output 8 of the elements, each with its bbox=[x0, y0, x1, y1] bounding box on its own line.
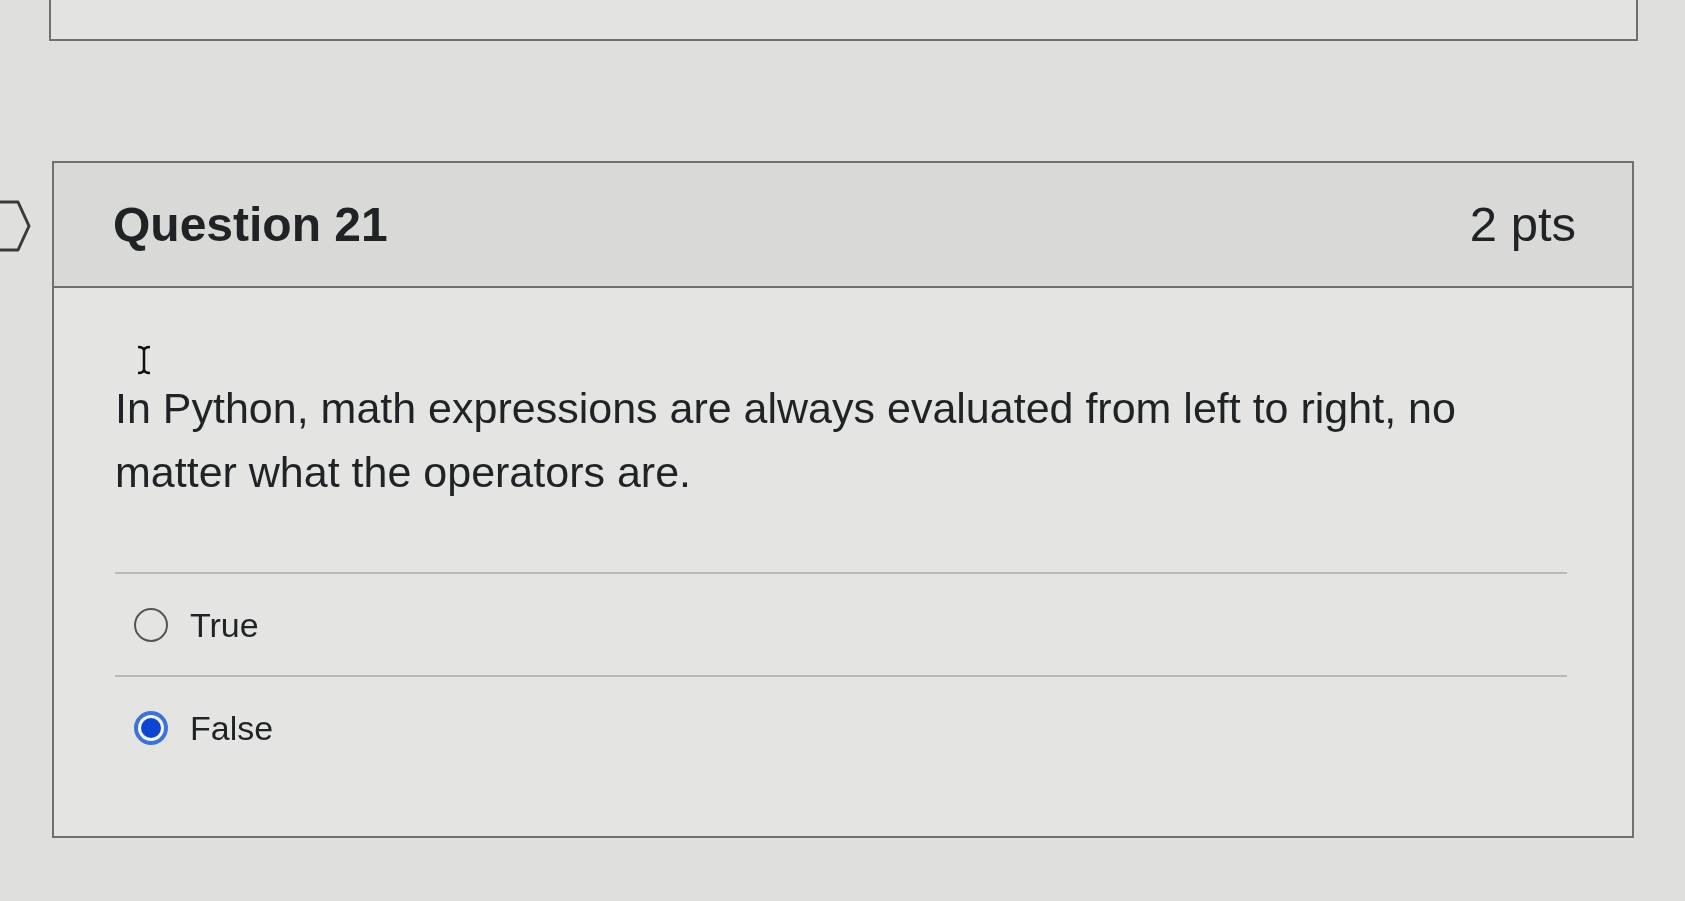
option-label: False bbox=[190, 710, 274, 745]
question-title: Question 21 bbox=[113, 200, 388, 249]
option-label: True bbox=[190, 607, 259, 642]
radio-button[interactable] bbox=[133, 709, 169, 746]
text-cursor-icon bbox=[137, 345, 151, 375]
radio-button[interactable] bbox=[133, 606, 169, 643]
question-points: 2 pts bbox=[1469, 200, 1576, 249]
question-text: In Python, math expressions are always evaluated from left to right, no matter what the operators are. bbox=[115, 383, 1457, 498]
